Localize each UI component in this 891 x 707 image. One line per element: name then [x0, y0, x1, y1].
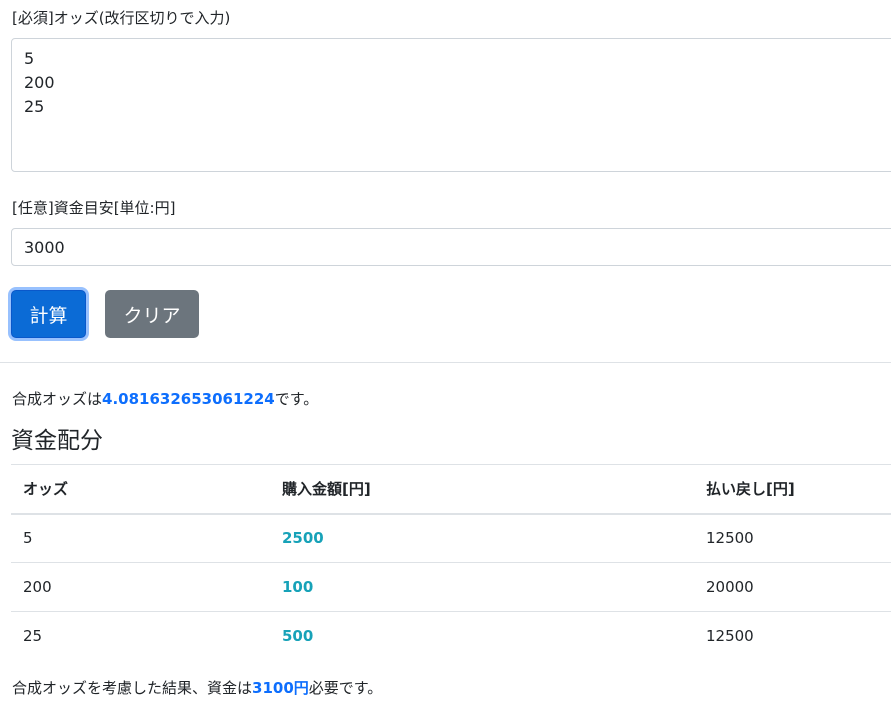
synthetic-odds-suffix: です。: [274, 390, 319, 408]
total-required-text: 合成オッズを考慮した結果、資金は3100円必要です。: [12, 678, 382, 698]
table-row: 5 2500 12500: [11, 514, 891, 563]
table-row: 25 500 12500: [11, 612, 891, 661]
odds-label: [必須]オッズ(改行区切りで入力): [12, 9, 231, 27]
budget-label: [任意]資金目安[単位:円]: [12, 199, 176, 217]
cell-payout: 12500: [706, 627, 754, 646]
header-payout: 払い戻し[円]: [706, 480, 795, 499]
cell-odds: 200: [23, 578, 52, 596]
cell-odds: 5: [23, 529, 33, 548]
total-prefix: 合成オッズを考慮した結果、資金は: [12, 679, 253, 697]
odds-textarea[interactable]: 5 200 25: [11, 38, 891, 172]
clear-button[interactable]: クリア: [105, 290, 199, 338]
divider: [0, 362, 891, 363]
table-row: 200 100 20000: [11, 563, 891, 612]
cell-payout: 12500: [706, 529, 754, 548]
allocation-table: オッズ 購入金額[円] 払い戻し[円] 5 2500 12500 200 100…: [11, 464, 891, 661]
total-suffix: 必要です。: [308, 679, 383, 697]
header-odds: オッズ: [23, 480, 69, 499]
header-amount: 購入金額[円]: [282, 480, 371, 499]
calculator-page: [必須]オッズ(改行区切りで入力) 5 200 25 [任意]資金目安[単位:円…: [0, 0, 891, 707]
allocation-title: 資金配分: [11, 428, 103, 454]
cell-amount: 500: [282, 627, 314, 646]
table-header-row: オッズ 購入金額[円] 払い戻し[円]: [11, 464, 891, 514]
cell-amount: 100: [282, 578, 314, 596]
total-value: 3100円: [252, 679, 309, 697]
synthetic-odds-text: 合成オッズは4.081632653061224です。: [12, 389, 318, 409]
budget-input[interactable]: [11, 228, 891, 266]
synthetic-odds-value: 4.081632653061224: [102, 390, 275, 408]
cell-odds: 25: [23, 627, 43, 646]
cell-payout: 20000: [706, 578, 754, 596]
synthetic-odds-prefix: 合成オッズは: [12, 390, 103, 408]
calculate-button[interactable]: 計算: [11, 290, 86, 338]
cell-amount: 2500: [282, 529, 324, 548]
